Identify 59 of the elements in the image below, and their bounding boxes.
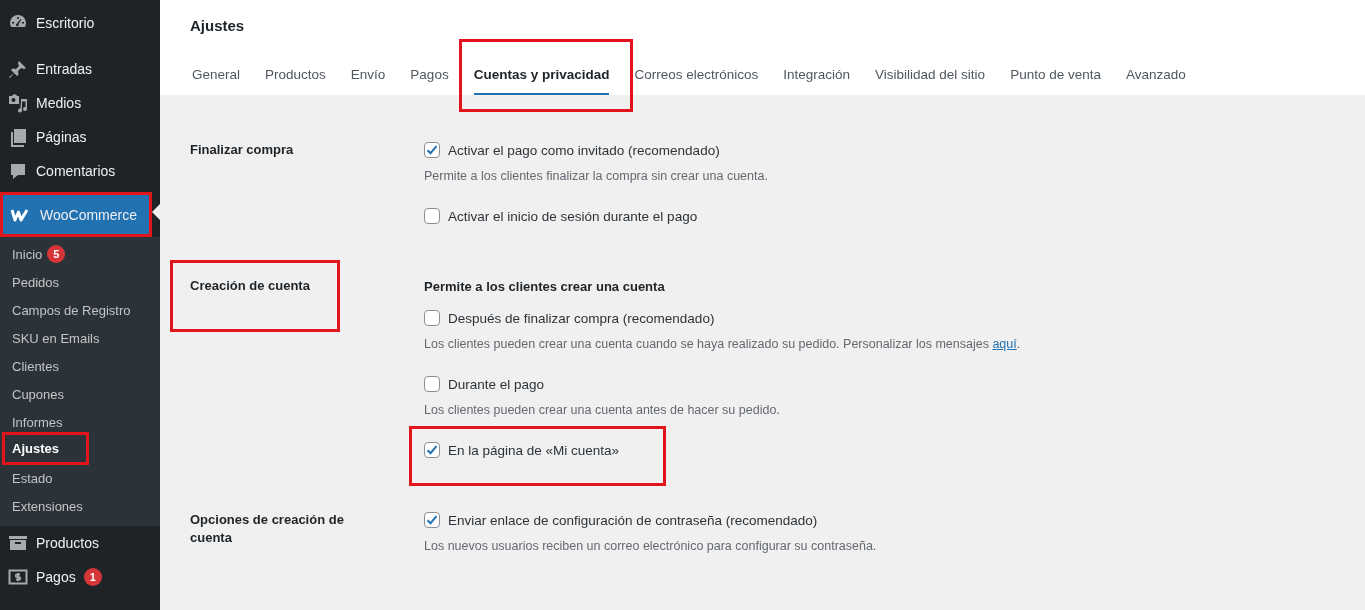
submenu-item[interactable]: Inicio 5: [0, 240, 160, 268]
woo-logo-icon: [10, 207, 30, 222]
media-icon: [8, 93, 28, 113]
submenu-item[interactable]: Cupones: [0, 380, 160, 408]
checkbox[interactable]: [424, 310, 440, 326]
settings-tab[interactable]: Cuentas y privacidad: [458, 39, 634, 112]
option-description: Los clientes pueden crear una cuenta antes de hacer su pedido.: [424, 403, 780, 417]
option-group-heading: Permite a los clientes crear una cuenta: [424, 278, 665, 296]
count-badge: 1: [83, 568, 102, 586]
checkbox[interactable]: [424, 208, 440, 224]
count-badge: 5: [47, 245, 66, 263]
submenu-item[interactable]: Extensiones: [0, 492, 160, 520]
option-label: Durante el pago: [448, 376, 545, 392]
settings-tab[interactable]: Visibilidad del sitio: [873, 59, 988, 95]
option-label: Activar el inicio de sesión durante el pago: [448, 208, 698, 224]
settings-tab[interactable]: General: [190, 59, 243, 95]
sidebar-menu-item[interactable]: Escritorio: [0, 6, 160, 40]
settings-tab[interactable]: Productos: [263, 59, 328, 95]
page-title: Ajustes: [190, 16, 246, 36]
settings-tab[interactable]: Pagos: [408, 59, 451, 95]
option-label: Activar el pago como invitado (recomendado): [448, 142, 720, 158]
section-label: Creación de cuenta: [170, 260, 340, 332]
section-label: Finalizar compra: [190, 141, 295, 159]
submenu-item[interactable]: Campos de Registro: [0, 296, 160, 324]
settings-tab[interactable]: Punto de venta: [1008, 59, 1103, 95]
option-label: Después de finalizar compra (recomendado): [448, 310, 715, 326]
banknote-icon: [8, 568, 28, 586]
customize-link[interactable]: aquí: [992, 337, 1017, 351]
option-description: Permite a los clientes finalizar la compra sin crear una cuenta.: [424, 169, 768, 183]
checkbox[interactable]: [424, 376, 440, 392]
sidebar-menu-item[interactable]: Páginas: [0, 120, 160, 154]
submenu-item[interactable]: Estado: [0, 464, 160, 492]
archive-box-icon: [8, 533, 28, 553]
sidebar-menu-item[interactable]: Medios: [0, 86, 160, 120]
option-description: Los nuevos usuarios reciben un correo electrónico para configurar su contraseña.: [424, 539, 877, 553]
submenu-item[interactable]: Ajustes: [2, 432, 89, 465]
settings-tab[interactable]: Avanzado: [1123, 59, 1188, 95]
option-label: En la página de «Mi cuenta»: [448, 442, 620, 458]
submenu-item[interactable]: Pedidos: [0, 268, 160, 296]
sidebar-menu-item[interactable]: Pagos 1: [0, 560, 160, 594]
sidebar-menu-item[interactable]: WooCommerce: [0, 192, 152, 237]
settings-tab[interactable]: Integración: [781, 59, 853, 95]
checkbox[interactable]: [424, 512, 440, 528]
settings-tab[interactable]: Envío: [348, 59, 388, 95]
sidebar-menu-item[interactable]: Productos: [0, 526, 160, 560]
menu-pointer-icon: [152, 204, 160, 220]
submenu-item[interactable]: Clientes: [0, 352, 160, 380]
checkbox[interactable]: [424, 142, 440, 158]
checkbox[interactable]: [424, 442, 440, 458]
option-description: Los clientes pueden crear una cuenta cuando se haya realizado su pedido. Personalizar los mensajes aquí.: [424, 337, 1021, 351]
section-label: Opciones de creación de cuenta: [190, 511, 345, 547]
comment-icon: [8, 161, 28, 181]
pages-icon: [8, 127, 28, 147]
pushpin-icon: [8, 59, 28, 79]
option-label: Enviar enlace de configuración de contraseña (recomendado): [448, 512, 818, 528]
submenu-item[interactable]: SKU en Emails: [0, 324, 160, 352]
sidebar-menu-item[interactable]: Entradas: [0, 52, 160, 86]
sidebar-menu-item[interactable]: Comentarios: [0, 154, 160, 188]
settings-tab[interactable]: Correos electrónicos: [632, 59, 761, 95]
